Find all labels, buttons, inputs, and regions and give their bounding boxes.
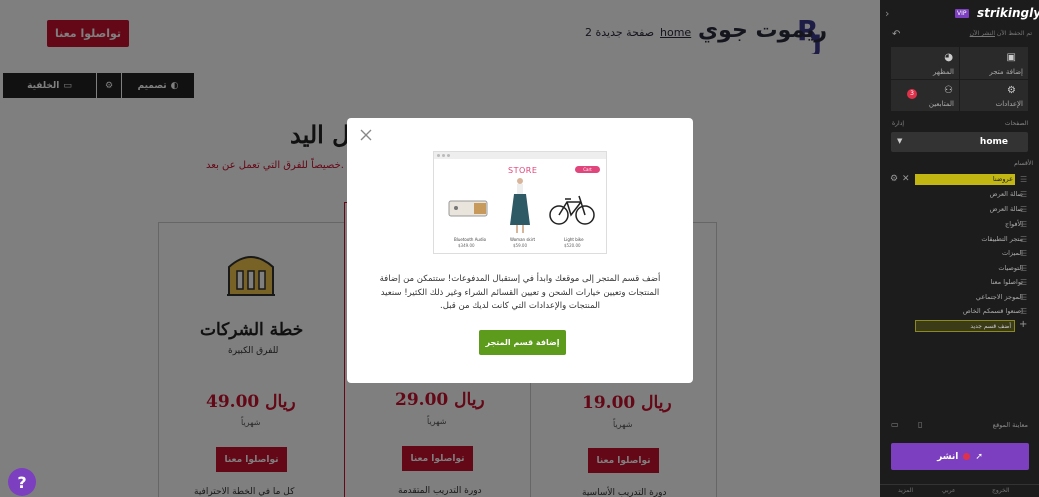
- followers-badge: 3: [907, 88, 917, 99]
- desktop-icon[interactable]: ▭: [891, 420, 899, 429]
- tool-followers[interactable]: ⚇ 3 المتابعين: [891, 79, 959, 111]
- add-store-section-button[interactable]: إضافة قسم المتجر: [479, 330, 566, 355]
- drag-handle-icon[interactable]: ☰: [1020, 292, 1027, 303]
- product-price: $59.00: [513, 243, 527, 248]
- tool-add-store[interactable]: ▣ إضافة متجر: [960, 47, 1028, 79]
- collapse-icon[interactable]: ›: [885, 7, 889, 20]
- gear-icon: ⚙: [1007, 84, 1016, 96]
- publish-now-link[interactable]: النشر الآن: [970, 30, 995, 37]
- drag-handle-icon[interactable]: ☰: [1020, 189, 1027, 200]
- section-item[interactable]: التوصيات: [915, 263, 1025, 274]
- section-item[interactable]: عروضنا: [915, 174, 1015, 185]
- section-item[interactable]: الميزات: [915, 248, 1025, 259]
- footer-logout[interactable]: الخروج: [992, 487, 1009, 494]
- section-item[interactable]: تواصلوا معنا: [915, 277, 1025, 288]
- section-item[interactable]: متجر التطبيقات: [915, 234, 1025, 245]
- editor-sidebar: › VIP strikingly ↶ تم الحفظ الآن النشر ا…: [880, 0, 1039, 497]
- skirt-product-image: [510, 178, 530, 233]
- site-preview: R J ريموت جوي home صفحة جديدة 2 تواصلوا …: [0, 0, 880, 497]
- plus-icon[interactable]: +: [1019, 319, 1027, 330]
- preview-link[interactable]: معاينة الموقع: [993, 421, 1028, 429]
- sections-header: الأقسام: [1014, 160, 1033, 167]
- tool-settings[interactable]: ⚙ الإعدادات: [960, 79, 1028, 111]
- sidebar-tools: ◕ المظهر ▣ إضافة متجر ⚇ 3 المتابعين ⚙ ال…: [891, 47, 1028, 111]
- product-name: Bluetooth Audio: [454, 237, 487, 242]
- drag-handle-icon[interactable]: ☰: [1020, 277, 1027, 288]
- product-name: Light bike: [564, 237, 584, 242]
- bike-product-image: [549, 195, 595, 225]
- page-select-value: home: [979, 137, 1008, 147]
- users-icon: ⚇: [944, 84, 953, 96]
- section-gear-icon[interactable]: ⚙: [890, 174, 898, 184]
- drag-handle-icon[interactable]: ☰: [1020, 306, 1027, 317]
- drag-handle-icon[interactable]: ☰: [1020, 263, 1027, 274]
- tool-label: إضافة متجر: [989, 67, 1023, 76]
- store-icon: ▣: [1006, 52, 1016, 63]
- tool-label: المظهر: [933, 67, 954, 76]
- tool-appearance[interactable]: ◕ المظهر: [891, 47, 959, 79]
- mobile-icon[interactable]: ▯: [918, 420, 922, 429]
- chevron-down-icon: ▼: [897, 137, 903, 145]
- pages-header: إدارة الصفحات: [892, 120, 1028, 127]
- browser-bar: [434, 152, 606, 159]
- add-store-modal: STORE Cart Bluetooth Audio $349.00 Woman…: [347, 118, 693, 383]
- add-section-button[interactable]: أضف قسم جديد: [915, 320, 1015, 332]
- page-select[interactable]: ▼ home: [891, 132, 1028, 152]
- store-preview-image: STORE Cart Bluetooth Audio $349.00 Woman…: [433, 151, 607, 254]
- product-price: $520.00: [564, 243, 581, 248]
- pages-title: الصفحات: [1004, 120, 1028, 127]
- footer-more[interactable]: المزيد: [898, 487, 913, 494]
- publish-label: انشر: [937, 451, 959, 462]
- drag-handle-icon[interactable]: ☰: [1020, 174, 1027, 185]
- help-button[interactable]: ?: [8, 468, 36, 496]
- store-preview-cart: Cart: [575, 166, 600, 173]
- save-status-text: تم الحفظ الآن: [996, 30, 1032, 37]
- section-item[interactable]: الموجز الاجتماعي: [915, 292, 1025, 303]
- rocket-icon: ➚: [975, 451, 983, 462]
- store-preview-title: STORE: [508, 166, 538, 175]
- drag-handle-icon[interactable]: ☰: [1020, 219, 1027, 230]
- drag-handle-icon[interactable]: ☰: [1020, 248, 1027, 259]
- sidebar-header: › VIP strikingly: [880, 0, 1039, 26]
- save-status: تم الحفظ الآن النشر الآن: [892, 30, 1032, 37]
- tool-label: الإعدادات: [995, 100, 1023, 108]
- vip-badge: VIP: [955, 9, 969, 18]
- drag-handle-icon[interactable]: ☰: [1020, 234, 1027, 245]
- section-item[interactable]: صالة العرض: [915, 204, 1025, 215]
- palette-icon: ◕: [944, 52, 953, 63]
- close-icon[interactable]: [359, 128, 373, 142]
- footer-language[interactable]: عربي: [942, 487, 956, 494]
- product-name: Woman skirt: [510, 237, 536, 242]
- warning-dot-icon: [963, 453, 971, 460]
- publish-button[interactable]: انشر ➚: [891, 443, 1029, 470]
- product-price: $349.00: [458, 243, 475, 248]
- speaker-product-image: [448, 200, 488, 217]
- tool-label: المتابعين: [928, 100, 954, 108]
- manage-pages-link[interactable]: إدارة: [892, 120, 904, 127]
- sidebar-footer: المزيد عربي الخروج: [880, 484, 1039, 497]
- section-item[interactable]: صالة العرض: [915, 189, 1025, 200]
- drag-handle-icon[interactable]: ☰: [1020, 204, 1027, 215]
- section-delete-icon[interactable]: ✕: [902, 174, 910, 184]
- section-item[interactable]: اصنعوا قسمكم الخاص: [915, 306, 1025, 317]
- modal-description: أضف قسم المتجر إلى موقعك وابدأ في إستقبا…: [379, 274, 661, 311]
- strikingly-logo: strikingly: [977, 6, 1039, 20]
- section-item[interactable]: الأفواج: [915, 219, 1025, 230]
